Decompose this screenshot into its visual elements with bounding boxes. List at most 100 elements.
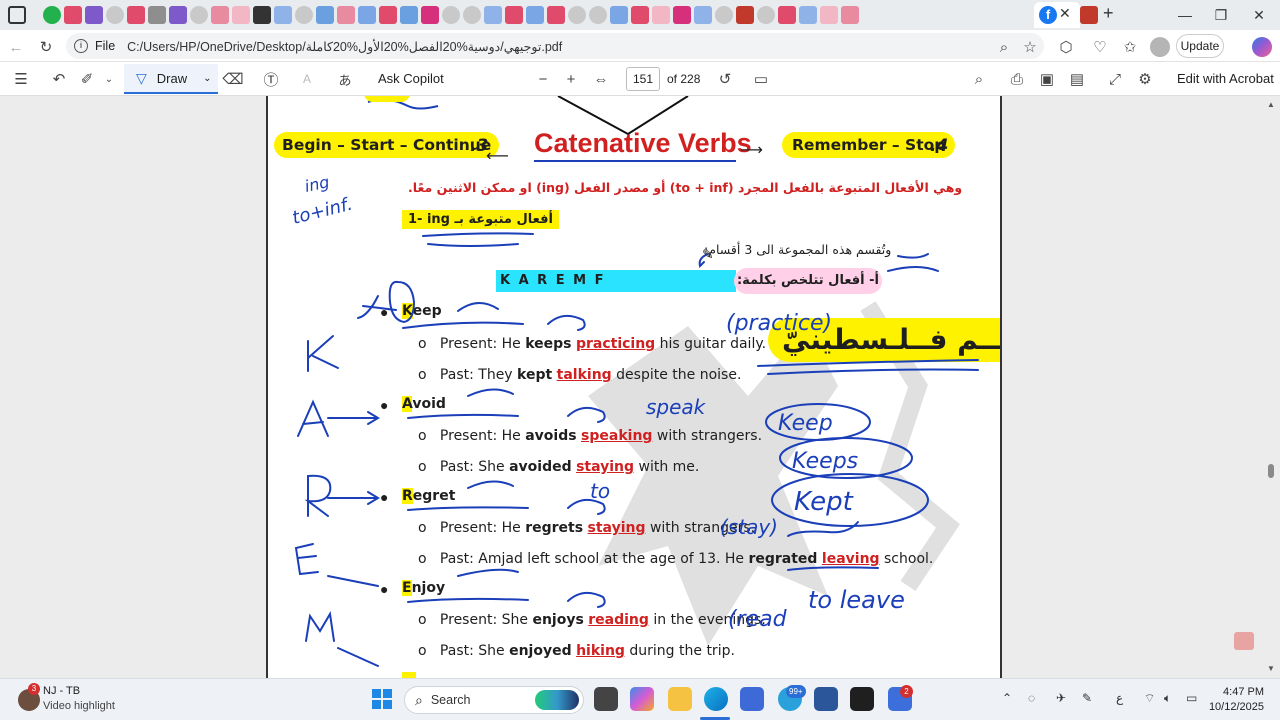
- tab-favicon-icon[interactable]: [568, 6, 586, 24]
- tab-favicon-icon[interactable]: [127, 6, 145, 24]
- highlight-chevron-icon[interactable]: ⌄: [102, 70, 116, 88]
- battery-icon[interactable]: ▭: [1186, 691, 1197, 705]
- tab-favicon-icon[interactable]: [169, 6, 187, 24]
- ask-copilot-button[interactable]: Ask Copilot: [378, 71, 444, 86]
- tab-favicon-icon[interactable]: [526, 6, 544, 24]
- tab-favicon-icon[interactable]: [694, 6, 712, 24]
- volume-icon[interactable]: 🔈︎: [1164, 691, 1171, 706]
- vertical-scrollbar[interactable]: ▲ ▼: [1264, 96, 1280, 678]
- tab-favicon-icon[interactable]: [652, 6, 670, 24]
- copilot-icon[interactable]: [1252, 37, 1272, 57]
- settings-gear-icon[interactable]: ⚙: [1136, 70, 1154, 88]
- info-icon[interactable]: i: [74, 39, 88, 53]
- wifi-icon[interactable]: ⌔: [1144, 691, 1155, 706]
- tab-favicon-icon[interactable]: [463, 6, 481, 24]
- search-icon[interactable]: ⌕: [970, 70, 988, 88]
- tab-favicon-icon[interactable]: [316, 6, 334, 24]
- copilot-app-icon[interactable]: [630, 687, 654, 711]
- save-as-icon[interactable]: ▤: [1068, 70, 1086, 88]
- clock-date[interactable]: 10/12/2025: [1200, 701, 1264, 713]
- tab-favicon-icon[interactable]: [799, 6, 817, 24]
- tab-favicon-icon[interactable]: [673, 6, 691, 24]
- tab-favicon-icon[interactable]: [379, 6, 397, 24]
- tab-favicon-icon[interactable]: [484, 6, 502, 24]
- save-icon[interactable]: ▣: [1038, 70, 1056, 88]
- tab-favicon-icon[interactable]: [505, 6, 523, 24]
- zoom-out-icon[interactable]: −: [534, 70, 552, 88]
- rotate-icon[interactable]: ↺: [716, 70, 734, 88]
- draw-button[interactable]: ▽ Draw ⌄: [124, 64, 218, 94]
- back-icon[interactable]: ←: [6, 37, 26, 57]
- scrollbar-thumb[interactable]: [1268, 464, 1274, 478]
- url-field[interactable]: i File C:/Users/HP/OneDrive/Desktop/توجي…: [66, 33, 1044, 59]
- contents-list-icon[interactable]: ☰: [12, 70, 30, 88]
- fit-page-icon[interactable]: ⇔: [592, 70, 610, 88]
- input-language[interactable]: ع: [1116, 691, 1123, 705]
- tab-favicon-icon[interactable]: [631, 6, 649, 24]
- browser-essentials-icon[interactable]: ♡: [1090, 37, 1110, 57]
- tab-favicon-icon[interactable]: [736, 6, 754, 24]
- tab-favicon-icon[interactable]: [274, 6, 292, 24]
- favorites-icon[interactable]: ✩: [1120, 37, 1140, 57]
- tab-favicon-icon[interactable]: [610, 6, 628, 24]
- tab-favicon-icon[interactable]: [148, 6, 166, 24]
- tab-favicon-icon[interactable]: [295, 6, 313, 24]
- read-aloud-icon[interactable]: A: [298, 70, 316, 88]
- file-explorer-icon[interactable]: [668, 687, 692, 711]
- translate-icon[interactable]: あ: [336, 70, 354, 88]
- tab-favicon-icon[interactable]: [589, 6, 607, 24]
- print-icon[interactable]: ⎙: [1008, 70, 1026, 88]
- store-icon[interactable]: [740, 687, 764, 711]
- tray-app-icon[interactable]: ◌: [1028, 691, 1035, 705]
- facebook-icon[interactable]: f: [1039, 6, 1057, 24]
- refresh-icon[interactable]: ↻: [36, 37, 56, 57]
- tab-favicon-icon[interactable]: [358, 6, 376, 24]
- tab-favicon-icon[interactable]: [421, 6, 439, 24]
- tab-favicon-icon[interactable]: [253, 6, 271, 24]
- taskbar-search[interactable]: ⌕ Search: [404, 686, 584, 714]
- clock-time[interactable]: 4:47 PM: [1208, 686, 1264, 698]
- close-window-icon[interactable]: ✕: [1236, 0, 1280, 30]
- tray-chevron-icon[interactable]: ⌃: [1002, 691, 1012, 705]
- edit-with-acrobat-button[interactable]: Edit with Acrobat: [1177, 71, 1274, 86]
- tab-favicon-icon[interactable]: [820, 6, 838, 24]
- tab-favicon-icon[interactable]: [442, 6, 460, 24]
- scroll-down-icon[interactable]: ▼: [1267, 664, 1275, 673]
- pdf-viewer[interactable]: Begin – Start – Continue .3 ⟵ Catenative…: [0, 96, 1280, 678]
- task-view-icon[interactable]: [594, 687, 618, 711]
- tab-favicon-icon[interactable]: [841, 6, 859, 24]
- tab-favicon-icon[interactable]: [778, 6, 796, 24]
- pdf-tab-icon[interactable]: [1080, 6, 1098, 24]
- tab-favicon-icon[interactable]: [106, 6, 124, 24]
- widget-title[interactable]: NJ - TB: [43, 685, 80, 697]
- scroll-up-icon[interactable]: ▲: [1267, 100, 1275, 109]
- profile-avatar[interactable]: [1150, 37, 1170, 57]
- fullscreen-icon[interactable]: ⤢: [1106, 70, 1124, 88]
- tab-favicon-icon[interactable]: [337, 6, 355, 24]
- close-tab-icon[interactable]: ✕: [1059, 5, 1071, 22]
- tab-actions-icon[interactable]: [8, 6, 26, 24]
- tab-favicon-icon[interactable]: [43, 6, 61, 24]
- tab-favicon-icon[interactable]: [211, 6, 229, 24]
- start-windows-icon[interactable]: [372, 689, 392, 709]
- edge-icon[interactable]: [704, 687, 728, 711]
- terminal-icon[interactable]: [850, 687, 874, 711]
- tab-favicon-icon[interactable]: [757, 6, 775, 24]
- acrobat-float-icon[interactable]: [1234, 632, 1254, 650]
- favorite-star-icon[interactable]: ☆: [1020, 37, 1040, 57]
- tab-favicon-icon[interactable]: [400, 6, 418, 24]
- extensions-icon[interactable]: ⬡: [1056, 37, 1076, 57]
- undo-icon[interactable]: ↶: [50, 70, 68, 88]
- tab-favicon-icon[interactable]: [547, 6, 565, 24]
- tab-favicon-icon[interactable]: [190, 6, 208, 24]
- page-number-input[interactable]: 151: [626, 67, 660, 91]
- tab-favicon-icon[interactable]: [715, 6, 733, 24]
- tab-favicon-icon[interactable]: [232, 6, 250, 24]
- new-tab-icon[interactable]: +: [1103, 3, 1114, 24]
- word-icon[interactable]: [814, 687, 838, 711]
- tab-favicon-icon[interactable]: [64, 6, 82, 24]
- text-box-icon[interactable]: Ⓣ: [262, 70, 280, 89]
- zoom-in-icon[interactable]: +: [562, 70, 580, 88]
- eraser-icon[interactable]: ⌫: [222, 70, 243, 88]
- tray-pen-icon[interactable]: ✎: [1082, 691, 1092, 705]
